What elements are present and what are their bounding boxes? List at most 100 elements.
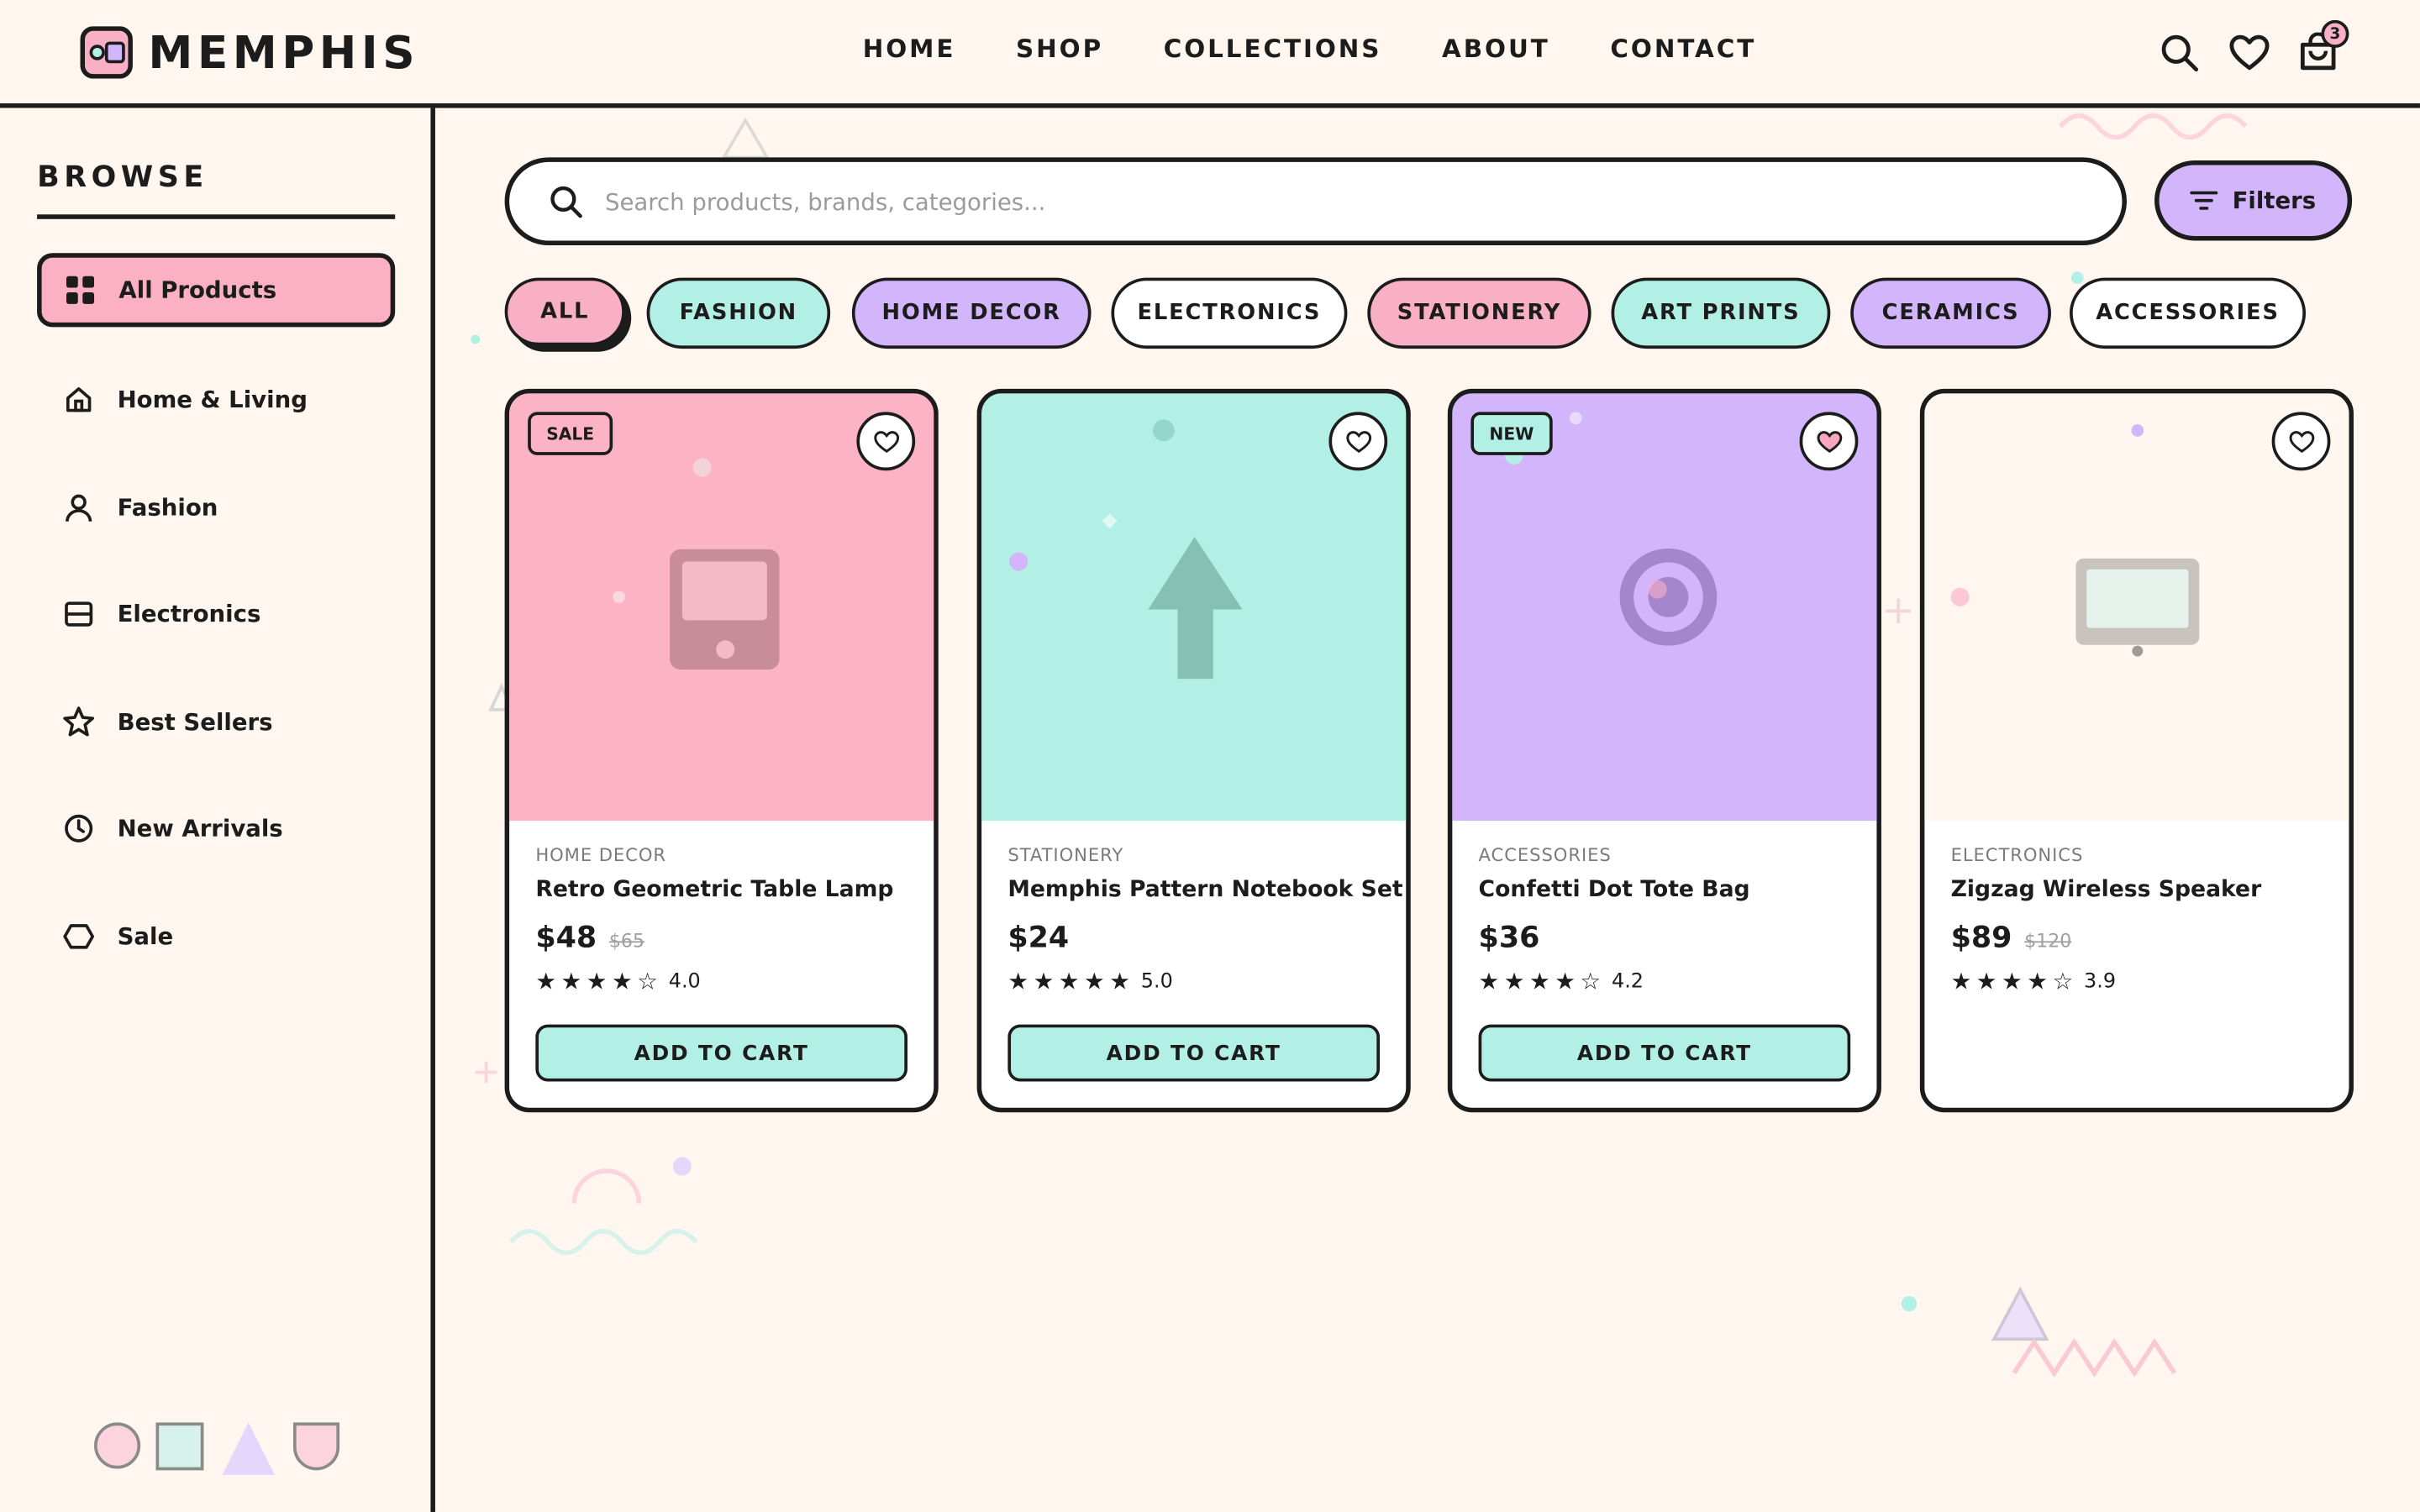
star-filled-icon: ★ xyxy=(1528,967,1550,995)
search-input[interactable] xyxy=(604,187,1995,216)
header-wishlist-button[interactable] xyxy=(2224,28,2274,77)
product-category: STATIONERY xyxy=(1007,843,1124,866)
product-rating: ★ ★ ★ ★ ★ 5.0 xyxy=(1007,967,1380,995)
search-bar[interactable] xyxy=(504,157,2127,246)
chip-ceramics[interactable]: CERAMICS xyxy=(1850,277,2051,349)
product-card[interactable]: SALE HOME DECOR Retro Geometric Table La… xyxy=(504,388,939,1113)
favorite-button-active[interactable] xyxy=(1799,412,1859,471)
product-card[interactable]: ELECTRONICS Zigzag Wireless Speaker $89 … xyxy=(1919,388,2354,1113)
rating-stars: ★ ★ ★ ★ ☆ xyxy=(535,967,662,995)
logo-mark-icon xyxy=(80,26,133,79)
star-filled-icon: ★ xyxy=(1007,967,1029,995)
star-filled-icon: ★ xyxy=(1033,967,1055,995)
nav-contact[interactable]: CONTACT xyxy=(1610,34,1756,63)
product-rating: ★ ★ ★ ★ ☆ 4.2 xyxy=(1478,967,1851,995)
product-rating: ★ ★ ★ ★ ☆ 3.9 xyxy=(1951,967,2323,995)
product-old-price: $65 xyxy=(608,930,644,953)
sidebar-item-fashion[interactable]: Fashion xyxy=(37,470,395,544)
add-to-cart-button[interactable]: ADD TO CART xyxy=(1007,1024,1381,1082)
chip-art-prints[interactable]: ART PRINTS xyxy=(1611,277,1831,349)
rating-value: 5.0 xyxy=(1140,970,1173,994)
product-image[interactable]: NEW xyxy=(1452,393,1877,822)
star-filled-icon: ★ xyxy=(1058,967,1080,995)
product-image[interactable]: SALE xyxy=(509,393,934,822)
chip-accessories[interactable]: ACCESSORIES xyxy=(2070,277,2307,349)
nav-collections[interactable]: COLLECTIONS xyxy=(1164,34,1382,63)
chip-electronics[interactable]: ELECTRONICS xyxy=(1111,277,1348,349)
star-filled-icon: ★ xyxy=(560,967,582,995)
sidebar-item-label: New Arrivals xyxy=(117,814,283,843)
add-to-cart-button[interactable]: ADD TO CART xyxy=(1478,1024,1851,1082)
sidebar-item-home-living[interactable]: Home & Living xyxy=(37,363,395,437)
header-cart-button[interactable]: 3 xyxy=(2293,19,2349,77)
favorite-button[interactable] xyxy=(1328,412,1388,471)
sidebar-item-label: Sale xyxy=(117,922,174,951)
product-name[interactable]: Memphis Pattern Notebook Set xyxy=(1007,878,1402,902)
product-info: HOME DECOR Retro Geometric Table Lamp $4… xyxy=(535,844,908,994)
sidebar-item-best-sellers[interactable]: Best Sellers xyxy=(37,685,395,759)
product-card[interactable]: NEW ACCESSORIES Confetti Dot Tote Bag $3… xyxy=(1447,388,1881,1113)
product-image[interactable] xyxy=(1924,393,2349,822)
product-card[interactable]: STATIONERY Memphis Pattern Notebook Set … xyxy=(976,388,1411,1113)
home-icon xyxy=(61,383,95,417)
sidebar: BROWSE All Products Home & Living Fashio… xyxy=(0,108,435,1512)
brand-logo[interactable]: MEMPHIS xyxy=(80,26,420,79)
star-filled-icon: ★ xyxy=(1555,967,1576,995)
star-filled-icon: ★ xyxy=(1478,967,1500,995)
product-info: ACCESSORIES Confetti Dot Tote Bag $36 ★ ★… xyxy=(1479,844,1851,994)
sidebar-item-label: Home & Living xyxy=(117,386,308,414)
product-name[interactable]: Zigzag Wireless Speaker xyxy=(1951,878,2323,902)
rating-value: 3.9 xyxy=(2084,970,2117,994)
rating-stars: ★ ★ ★ ★ ☆ xyxy=(1951,967,2078,995)
nav-home[interactable]: HOME xyxy=(863,34,956,63)
heart-icon xyxy=(873,430,899,453)
product-price: $89 xyxy=(1950,921,2012,955)
heart-icon xyxy=(2288,430,2314,453)
star-empty-icon: ☆ xyxy=(637,967,658,995)
star-filled-icon: ★ xyxy=(535,967,557,995)
product-image[interactable] xyxy=(981,393,1407,822)
search-icon xyxy=(550,185,582,218)
filters-button[interactable]: Filters xyxy=(2154,160,2353,241)
chip-fashion[interactable]: FASHION xyxy=(646,277,831,349)
rating-value: 4.2 xyxy=(1612,970,1644,994)
sidebar-item-sale[interactable]: Sale xyxy=(37,900,395,974)
heart-icon xyxy=(2228,34,2269,70)
rating-stars: ★ ★ ★ ★ ☆ xyxy=(1478,967,1606,995)
star-filled-icon: ★ xyxy=(611,967,633,995)
nav-about[interactable]: ABOUT xyxy=(1442,34,1550,63)
filters-label: Filters xyxy=(2232,186,2317,215)
star-filled-icon: ★ xyxy=(2002,967,2023,995)
product-name[interactable]: Retro Geometric Table Lamp xyxy=(535,878,908,902)
star-filled-icon: ★ xyxy=(1975,967,1997,995)
header-actions: 3 xyxy=(2154,19,2363,77)
nav-shop[interactable]: SHOP xyxy=(1016,34,1103,63)
add-to-cart-button[interactable]: ADD TO CART xyxy=(535,1024,908,1082)
chip-stationery[interactable]: STATIONERY xyxy=(1367,277,1591,349)
product-category: HOME DECOR xyxy=(535,843,666,866)
product-price: $36 xyxy=(1478,921,1540,955)
product-old-price: $120 xyxy=(2024,930,2072,953)
favorite-button[interactable] xyxy=(856,412,916,471)
sidebar-item-label: Best Sellers xyxy=(117,708,273,737)
app-root: MEMPHIS HOME SHOP COLLECTIONS ABOUT CONT… xyxy=(0,0,2420,1512)
header-search-button[interactable] xyxy=(2154,28,2204,77)
chip-all[interactable]: ALL xyxy=(504,277,625,346)
sidebar-item-all-products[interactable]: All Products xyxy=(37,253,396,328)
device-icon xyxy=(61,597,95,631)
product-price: $48 xyxy=(535,921,597,955)
product-info: STATIONERY Memphis Pattern Notebook Set … xyxy=(1007,843,1402,995)
sidebar-item-new-arrivals[interactable]: New Arrivals xyxy=(37,791,395,865)
favorite-button[interactable] xyxy=(2271,412,2331,471)
sidebar-shapes-decoration xyxy=(94,1422,340,1475)
product-price: $24 xyxy=(1007,921,1070,955)
sale-badge: SALE xyxy=(528,412,613,455)
product-name[interactable]: Confetti Dot Tote Bag xyxy=(1479,878,1851,902)
top-header: MEMPHIS HOME SHOP COLLECTIONS ABOUT CONT… xyxy=(0,0,2420,108)
star-empty-icon: ☆ xyxy=(2052,967,2074,995)
chip-home-decor[interactable]: HOME DECOR xyxy=(851,277,1092,349)
new-badge: NEW xyxy=(1470,412,1553,455)
sidebar-item-electronics[interactable]: Electronics xyxy=(37,577,395,651)
product-category: ELECTRONICS xyxy=(1950,843,2084,866)
product-category: ACCESSORIES xyxy=(1478,843,1612,866)
